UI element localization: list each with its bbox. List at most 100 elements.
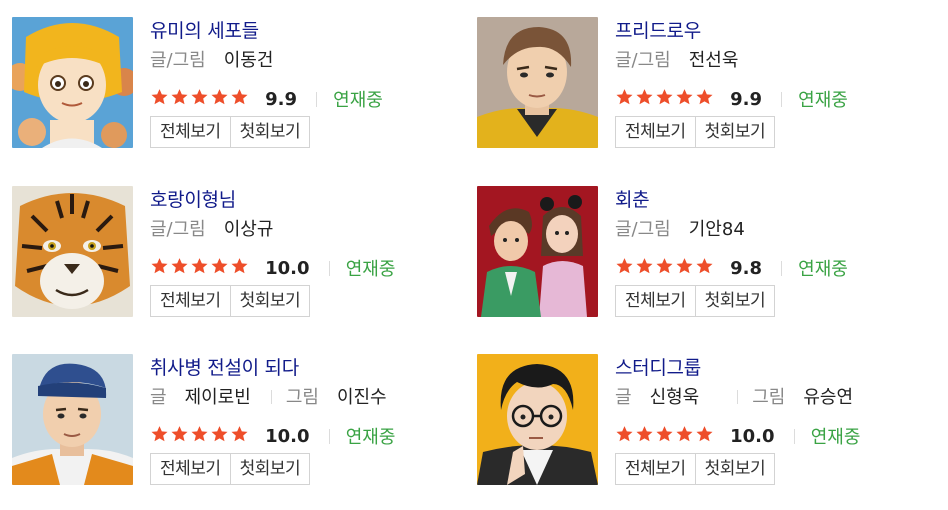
star-icon <box>211 426 228 442</box>
webtoon-rating: 10.0 연재중 <box>615 423 860 448</box>
rating-score: 10.0 <box>265 257 310 279</box>
divider <box>270 390 272 404</box>
webtoon-thumbnail[interactable] <box>477 354 598 485</box>
webtoon-credits: 글 신형욱 그림 유승연 <box>615 387 853 409</box>
credit-label: 그림 <box>752 387 786 408</box>
credit-label: 글/그림 <box>615 219 671 240</box>
webtoon-card-chef-soldier: 취사병 전설이 되다 글 제이로빈 그림 이진수 10.0 연재중 전체보기 첫회보기 <box>12 354 432 489</box>
star-icon <box>231 258 248 274</box>
webtoon-credits: 글/그림 전선욱 <box>615 50 738 72</box>
credit-label: 글/그림 <box>615 50 671 71</box>
rating-score: 9.9 <box>730 88 762 110</box>
star-icon <box>676 258 693 274</box>
star-icon <box>231 426 248 442</box>
divider <box>781 260 783 276</box>
tiger-cover-image <box>12 186 133 317</box>
webtoon-thumbnail[interactable] <box>477 17 598 148</box>
artist-name: 이진수 <box>336 387 387 408</box>
webtoon-title[interactable]: 프리드로우 <box>615 20 701 42</box>
webtoon-card-yumi: 유미의 세포들 글/그림 이동건 9.9 연재중 전체보기 첫회보기 <box>12 17 432 152</box>
webtoon-rating: 9.8 연재중 <box>615 255 848 280</box>
study-group-cover-image <box>477 354 598 485</box>
divider <box>737 390 739 404</box>
view-all-button[interactable]: 전체보기 <box>150 453 231 485</box>
webtoon-credits: 글/그림 이상규 <box>150 219 273 241</box>
button-group: 전체보기 첫회보기 <box>615 453 776 485</box>
star-rating <box>615 88 715 110</box>
star-icon <box>696 426 713 442</box>
credit-label: 글/그림 <box>150 50 206 71</box>
star-icon <box>171 89 188 105</box>
hoechun-cover-image <box>477 186 598 317</box>
status-badge: 연재중 <box>345 427 396 448</box>
rating-score: 10.0 <box>265 425 310 447</box>
first-episode-button[interactable]: 첫회보기 <box>695 453 776 485</box>
first-episode-button[interactable]: 첫회보기 <box>230 116 311 148</box>
star-icon <box>636 426 653 442</box>
status-badge: 연재중 <box>345 259 396 280</box>
author-name: 전선욱 <box>688 50 739 71</box>
webtoon-thumbnail[interactable] <box>12 186 133 317</box>
view-all-button[interactable]: 전체보기 <box>615 285 696 317</box>
star-icon <box>676 89 693 105</box>
webtoon-credits: 글/그림 기안84 <box>615 219 745 241</box>
view-all-button[interactable]: 전체보기 <box>150 116 231 148</box>
webtoon-card-freedraw: 프리드로우 글/그림 전선욱 9.9 연재중 전체보기 첫회보기 <box>477 17 897 152</box>
star-icon <box>616 89 633 105</box>
first-episode-button[interactable]: 첫회보기 <box>230 285 311 317</box>
webtoon-card-tiger: 호랑이형님 글/그림 이상규 10.0 연재중 전체보기 첫회보기 <box>12 186 432 321</box>
author-name: 기안84 <box>688 219 745 240</box>
credit-label: 글/그림 <box>150 219 206 240</box>
webtoon-title[interactable]: 호랑이형님 <box>150 189 236 211</box>
divider <box>328 260 330 276</box>
status-badge: 연재중 <box>810 427 861 448</box>
status-badge: 연재중 <box>333 90 383 111</box>
webtoon-title[interactable]: 유미의 세포들 <box>150 20 259 42</box>
first-episode-button[interactable]: 첫회보기 <box>695 285 776 317</box>
star-icon <box>656 258 673 274</box>
button-group: 전체보기 첫회보기 <box>150 285 311 317</box>
star-icon <box>211 258 228 274</box>
status-badge: 연재중 <box>798 90 848 111</box>
credit-label: 글 <box>615 387 632 408</box>
star-rating <box>615 425 715 447</box>
webtoon-title[interactable]: 회춘 <box>615 189 650 211</box>
star-icon <box>676 426 693 442</box>
star-icon <box>696 89 713 105</box>
first-episode-button[interactable]: 첫회보기 <box>695 116 776 148</box>
freedraw-cover-image <box>477 17 598 148</box>
star-icon <box>656 89 673 105</box>
webtoon-rating: 9.9 연재중 <box>150 86 383 111</box>
webtoon-credits: 글 제이로빈 그림 이진수 <box>150 387 387 409</box>
webtoon-rating: 10.0 연재중 <box>150 423 395 448</box>
star-icon <box>151 258 168 274</box>
webtoon-title[interactable]: 취사병 전설이 되다 <box>150 357 299 379</box>
webtoon-thumbnail[interactable] <box>477 186 598 317</box>
star-icon <box>636 89 653 105</box>
rating-score: 9.9 <box>265 88 297 110</box>
button-group: 전체보기 첫회보기 <box>150 453 311 485</box>
star-icon <box>151 89 168 105</box>
view-all-button[interactable]: 전체보기 <box>150 285 231 317</box>
divider <box>793 428 795 444</box>
star-icon <box>171 258 188 274</box>
view-all-button[interactable]: 전체보기 <box>615 453 696 485</box>
chef-soldier-cover-image <box>12 354 133 485</box>
divider <box>316 91 318 107</box>
view-all-button[interactable]: 전체보기 <box>615 116 696 148</box>
star-rating <box>150 425 250 447</box>
author-name: 제이로빈 <box>184 387 251 408</box>
webtoon-thumbnail[interactable] <box>12 354 133 485</box>
star-icon <box>696 258 713 274</box>
first-episode-button[interactable]: 첫회보기 <box>230 453 311 485</box>
webtoon-rating: 10.0 연재중 <box>150 255 395 280</box>
star-rating <box>150 88 250 110</box>
star-icon <box>616 426 633 442</box>
yumi-cover-image <box>12 17 133 148</box>
webtoon-title[interactable]: 스터디그룹 <box>615 357 701 379</box>
star-icon <box>211 89 228 105</box>
webtoon-thumbnail[interactable] <box>12 17 133 148</box>
author-name: 신형욱 <box>649 387 700 408</box>
star-icon <box>656 426 673 442</box>
divider <box>328 428 330 444</box>
